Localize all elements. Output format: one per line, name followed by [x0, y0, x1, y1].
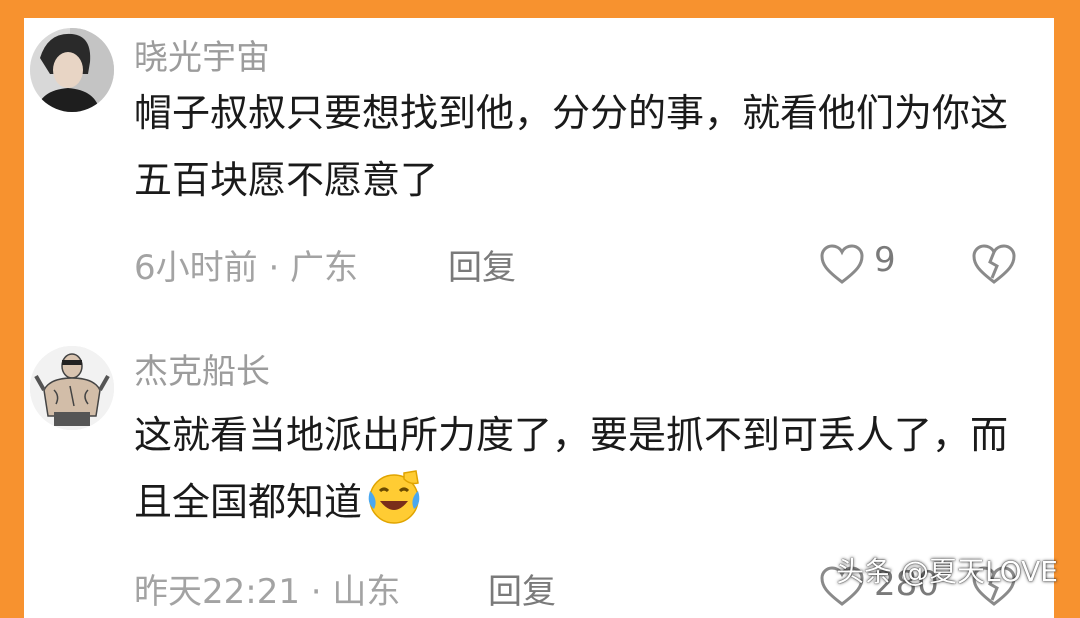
reply-button[interactable]: 回复 [448, 240, 516, 289]
avatar-photo-icon [30, 28, 114, 112]
avatar[interactable] [30, 28, 114, 112]
avatar-tattooed-man-icon [30, 346, 114, 430]
avatar[interactable] [30, 346, 114, 430]
comment-meta: 6小时前 · 广东 [134, 248, 359, 288]
comment-username[interactable]: 杰克船长 [134, 344, 270, 393]
like-heart-icon[interactable] [818, 242, 866, 286]
laughing-crying-emoji [368, 470, 420, 524]
broken-heart-icon[interactable] [970, 242, 1018, 286]
watermark: 头条 @夏天LOVE [836, 555, 1058, 588]
like-count: 9 [874, 240, 896, 280]
comment-list: 晓光宇宙 帽子叔叔只要想找到他，分分的事，就看他们为你这五百块愿不愿意了 6小时… [24, 18, 1054, 618]
comment-text-content: 这就看当地派出所力度了，要是抓不到可丢人了，而且全国都知道 [134, 413, 1009, 524]
comment-text: 这就看当地派出所力度了，要是抓不到可丢人了，而且全国都知道 [134, 402, 1034, 536]
comment-username[interactable]: 晓光宇宙 [134, 30, 270, 79]
comment-text: 帽子叔叔只要想找到他，分分的事，就看他们为你这五百块愿不愿意了 [134, 91, 1009, 202]
